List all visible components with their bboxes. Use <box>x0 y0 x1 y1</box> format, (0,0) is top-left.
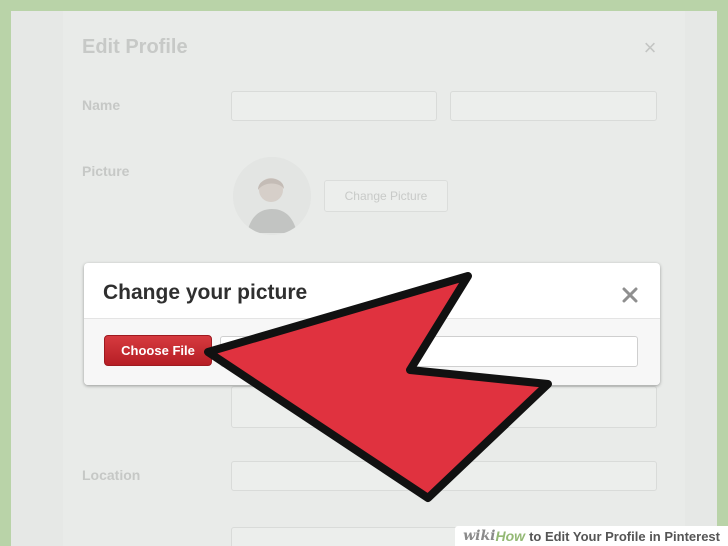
edit-profile-close-icon: × <box>643 35 657 60</box>
last-name-field <box>450 91 657 121</box>
about-field <box>231 386 657 428</box>
picture-label: Picture <box>82 163 130 179</box>
location-field <box>231 461 657 491</box>
close-icon <box>622 287 638 303</box>
name-label: Name <box>82 97 121 113</box>
location-label: Location <box>82 467 141 483</box>
wiki-logo-how: How <box>495 528 526 544</box>
change-picture-button: Change Picture <box>324 180 448 212</box>
edit-profile-title: Edit Profile <box>82 36 188 58</box>
avatar <box>233 157 311 235</box>
wiki-logo-prefix: wiki <box>463 528 496 544</box>
first-name-field <box>231 91 437 121</box>
change-picture-modal: Change your picture Choose File <box>84 263 660 385</box>
profile-photo-icon <box>233 157 311 235</box>
modal-close-button[interactable] <box>618 283 642 307</box>
wikihow-watermark: wiki How to Edit Your Profile in Pintere… <box>455 526 728 546</box>
selected-file-field[interactable] <box>220 336 638 367</box>
modal-header: Change your picture <box>84 263 660 319</box>
choose-file-button[interactable]: Choose File <box>104 335 212 366</box>
modal-title: Change your picture <box>103 281 308 304</box>
article-title: to Edit Your Profile in Pinterest <box>529 528 720 544</box>
